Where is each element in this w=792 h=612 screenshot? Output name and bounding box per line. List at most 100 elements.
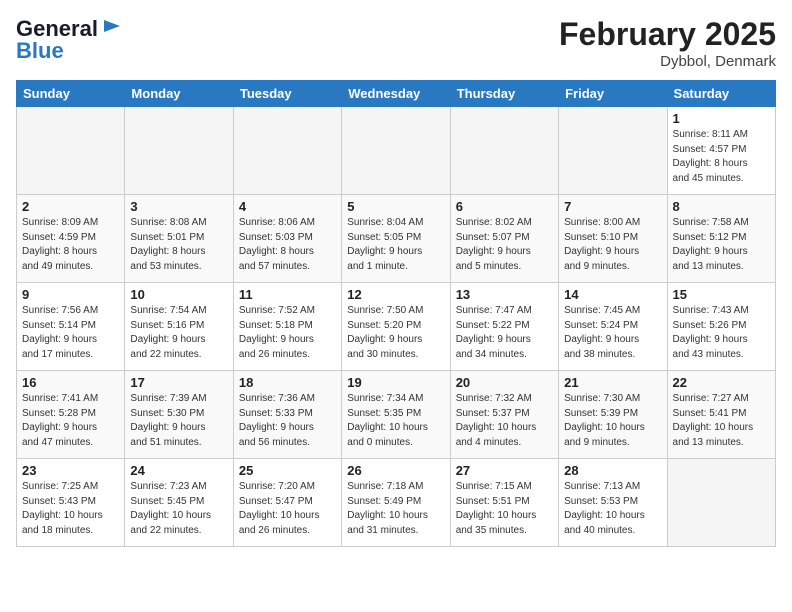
weekday-header-wednesday: Wednesday xyxy=(342,81,450,107)
day-info: Sunrise: 8:11 AM Sunset: 4:57 PM Dayligh… xyxy=(673,128,770,186)
day-number: 9 xyxy=(22,287,119,302)
day-number: 18 xyxy=(239,375,336,390)
day-info: Sunrise: 7:41 AM Sunset: 5:28 PM Dayligh… xyxy=(22,392,119,450)
day-info: Sunrise: 7:15 AM Sunset: 5:51 PM Dayligh… xyxy=(456,480,553,538)
day-number: 12 xyxy=(347,287,444,302)
calendar-cell: 22 Sunrise: 7:27 AM Sunset: 5:41 PM Dayli… xyxy=(667,371,775,459)
calendar-week-1: 1 Sunrise: 8:11 AM Sunset: 4:57 PM Daylig… xyxy=(17,107,776,195)
calendar-cell: 9Sunrise: 7:56 AM Sunset: 5:14 PM Daylig… xyxy=(17,283,125,371)
day-number: 22 xyxy=(673,375,770,390)
calendar-cell xyxy=(233,107,341,195)
day-number: 28 xyxy=(564,463,661,478)
day-number: 21 xyxy=(564,375,661,390)
day-number: 15 xyxy=(673,287,770,302)
weekday-header-sunday: Sunday xyxy=(17,81,125,107)
calendar-cell xyxy=(125,107,233,195)
logo-flag-icon xyxy=(100,18,122,36)
weekday-header-saturday: Saturday xyxy=(667,81,775,107)
day-info: Sunrise: 7:54 AM Sunset: 5:16 PM Dayligh… xyxy=(130,304,227,362)
day-number: 1 xyxy=(673,111,770,126)
calendar-cell: 2 Sunrise: 8:09 AM Sunset: 4:59 PM Daylig… xyxy=(17,195,125,283)
calendar-week-3: 9Sunrise: 7:56 AM Sunset: 5:14 PM Daylig… xyxy=(17,283,776,371)
day-info: Sunrise: 7:39 AM Sunset: 5:30 PM Dayligh… xyxy=(130,392,227,450)
weekday-header-tuesday: Tuesday xyxy=(233,81,341,107)
day-number: 24 xyxy=(130,463,227,478)
weekday-header-friday: Friday xyxy=(559,81,667,107)
calendar-cell: 18 Sunrise: 7:36 AM Sunset: 5:33 PM Dayli… xyxy=(233,371,341,459)
calendar-cell: 16 Sunrise: 7:41 AM Sunset: 5:28 PM Dayli… xyxy=(17,371,125,459)
day-number: 26 xyxy=(347,463,444,478)
calendar-cell: 8Sunrise: 7:58 AM Sunset: 5:12 PM Daylig… xyxy=(667,195,775,283)
day-info: Sunrise: 7:18 AM Sunset: 5:49 PM Dayligh… xyxy=(347,480,444,538)
day-info: Sunrise: 7:43 AM Sunset: 5:26 PM Dayligh… xyxy=(673,304,770,362)
calendar-cell xyxy=(450,107,558,195)
day-info: Sunrise: 8:06 AM Sunset: 5:03 PM Dayligh… xyxy=(239,216,336,274)
logo: General Blue xyxy=(16,16,122,64)
calendar-cell: 20 Sunrise: 7:32 AM Sunset: 5:37 PM Dayli… xyxy=(450,371,558,459)
calendar-cell: 6Sunrise: 8:02 AM Sunset: 5:07 PM Daylig… xyxy=(450,195,558,283)
day-info: Sunrise: 7:30 AM Sunset: 5:39 PM Dayligh… xyxy=(564,392,661,450)
day-number: 13 xyxy=(456,287,553,302)
calendar-cell xyxy=(342,107,450,195)
calendar-cell: 7 Sunrise: 8:00 AM Sunset: 5:10 PM Daylig… xyxy=(559,195,667,283)
day-number: 27 xyxy=(456,463,553,478)
calendar-cell: 13 Sunrise: 7:47 AM Sunset: 5:22 PM Dayli… xyxy=(450,283,558,371)
day-number: 25 xyxy=(239,463,336,478)
day-number: 20 xyxy=(456,375,553,390)
day-info: Sunrise: 7:36 AM Sunset: 5:33 PM Dayligh… xyxy=(239,392,336,450)
calendar-cell: 10Sunrise: 7:54 AM Sunset: 5:16 PM Dayli… xyxy=(125,283,233,371)
calendar-week-5: 23Sunrise: 7:25 AM Sunset: 5:43 PM Dayli… xyxy=(17,459,776,547)
calendar-cell: 21 Sunrise: 7:30 AM Sunset: 5:39 PM Dayli… xyxy=(559,371,667,459)
day-info: Sunrise: 8:00 AM Sunset: 5:10 PM Dayligh… xyxy=(564,216,661,274)
calendar-week-2: 2 Sunrise: 8:09 AM Sunset: 4:59 PM Daylig… xyxy=(17,195,776,283)
day-info: Sunrise: 7:20 AM Sunset: 5:47 PM Dayligh… xyxy=(239,480,336,538)
calendar-cell xyxy=(559,107,667,195)
day-info: Sunrise: 7:45 AM Sunset: 5:24 PM Dayligh… xyxy=(564,304,661,362)
calendar-table: SundayMondayTuesdayWednesdayThursdayFrid… xyxy=(16,80,776,547)
calendar-cell xyxy=(17,107,125,195)
day-info: Sunrise: 8:04 AM Sunset: 5:05 PM Dayligh… xyxy=(347,216,444,274)
day-info: Sunrise: 7:25 AM Sunset: 5:43 PM Dayligh… xyxy=(22,480,119,538)
calendar-cell: 26 Sunrise: 7:18 AM Sunset: 5:49 PM Dayli… xyxy=(342,459,450,547)
day-info: Sunrise: 7:13 AM Sunset: 5:53 PM Dayligh… xyxy=(564,480,661,538)
day-number: 16 xyxy=(22,375,119,390)
day-info: Sunrise: 7:52 AM Sunset: 5:18 PM Dayligh… xyxy=(239,304,336,362)
calendar-week-4: 16 Sunrise: 7:41 AM Sunset: 5:28 PM Dayli… xyxy=(17,371,776,459)
day-number: 19 xyxy=(347,375,444,390)
day-info: Sunrise: 7:47 AM Sunset: 5:22 PM Dayligh… xyxy=(456,304,553,362)
day-info: Sunrise: 8:09 AM Sunset: 4:59 PM Dayligh… xyxy=(22,216,119,274)
calendar-cell: 28 Sunrise: 7:13 AM Sunset: 5:53 PM Dayli… xyxy=(559,459,667,547)
day-number: 11 xyxy=(239,287,336,302)
day-number: 3 xyxy=(130,199,227,214)
day-number: 6 xyxy=(456,199,553,214)
month-title: February 2025 xyxy=(559,16,776,53)
day-number: 5 xyxy=(347,199,444,214)
day-number: 17 xyxy=(130,375,227,390)
location: Dybbol, Denmark xyxy=(559,53,776,70)
calendar-cell: 23Sunrise: 7:25 AM Sunset: 5:43 PM Dayli… xyxy=(17,459,125,547)
day-info: Sunrise: 7:23 AM Sunset: 5:45 PM Dayligh… xyxy=(130,480,227,538)
calendar-cell: 3Sunrise: 8:08 AM Sunset: 5:01 PM Daylig… xyxy=(125,195,233,283)
day-number: 7 xyxy=(564,199,661,214)
day-info: Sunrise: 7:34 AM Sunset: 5:35 PM Dayligh… xyxy=(347,392,444,450)
calendar-cell: 1 Sunrise: 8:11 AM Sunset: 4:57 PM Daylig… xyxy=(667,107,775,195)
day-number: 14 xyxy=(564,287,661,302)
logo-blue: Blue xyxy=(16,38,64,64)
day-number: 4 xyxy=(239,199,336,214)
calendar-cell: 24 Sunrise: 7:23 AM Sunset: 5:45 PM Dayli… xyxy=(125,459,233,547)
title-block: February 2025 Dybbol, Denmark xyxy=(559,16,776,70)
calendar-cell: 14 Sunrise: 7:45 AM Sunset: 5:24 PM Dayli… xyxy=(559,283,667,371)
day-info: Sunrise: 7:50 AM Sunset: 5:20 PM Dayligh… xyxy=(347,304,444,362)
calendar-header-row: SundayMondayTuesdayWednesdayThursdayFrid… xyxy=(17,81,776,107)
calendar-cell: 15 Sunrise: 7:43 AM Sunset: 5:26 PM Dayli… xyxy=(667,283,775,371)
day-info: Sunrise: 7:32 AM Sunset: 5:37 PM Dayligh… xyxy=(456,392,553,450)
calendar-cell: 12 Sunrise: 7:50 AM Sunset: 5:20 PM Dayli… xyxy=(342,283,450,371)
calendar-cell: 4 Sunrise: 8:06 AM Sunset: 5:03 PM Daylig… xyxy=(233,195,341,283)
calendar-cell: 25 Sunrise: 7:20 AM Sunset: 5:47 PM Dayli… xyxy=(233,459,341,547)
weekday-header-monday: Monday xyxy=(125,81,233,107)
page-header: General Blue February 2025 Dybbol, Denma… xyxy=(16,16,776,70)
calendar-cell: 27 Sunrise: 7:15 AM Sunset: 5:51 PM Dayli… xyxy=(450,459,558,547)
day-info: Sunrise: 7:58 AM Sunset: 5:12 PM Dayligh… xyxy=(673,216,770,274)
day-info: Sunrise: 7:27 AM Sunset: 5:41 PM Dayligh… xyxy=(673,392,770,450)
day-number: 2 xyxy=(22,199,119,214)
